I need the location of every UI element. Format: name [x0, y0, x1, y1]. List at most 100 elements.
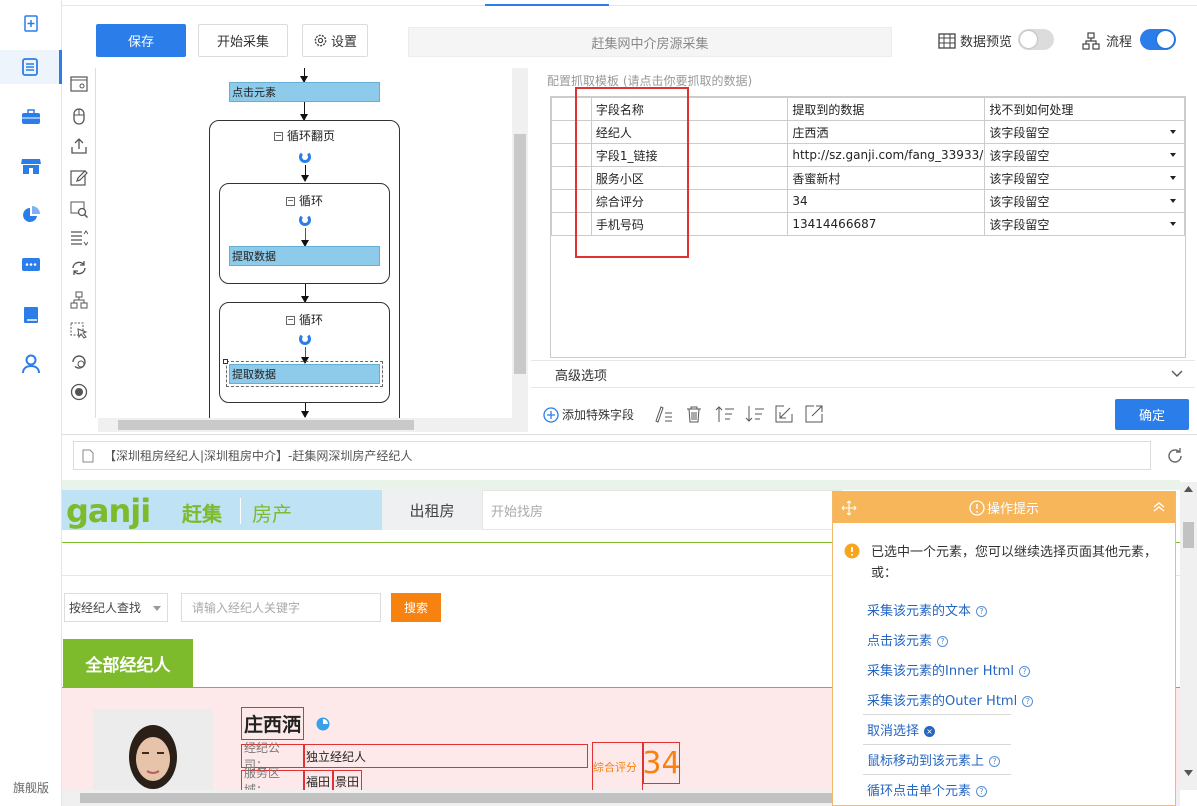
agent-filter-select[interactable]: 按经纪人查找: [64, 593, 168, 622]
missing-handling-cell[interactable]: 该字段留空: [984, 212, 1185, 236]
help-icon[interactable]: ?: [937, 636, 949, 647]
missing-handling-cell[interactable]: 该字段留空: [984, 166, 1185, 190]
area-1[interactable]: 福田: [304, 770, 333, 790]
tip-link[interactable]: 采集该元素的Outer Html?: [867, 690, 1034, 709]
move-down-icon[interactable]: [745, 405, 765, 423]
pane-divider[interactable]: [62, 434, 1197, 435]
dropdown-arrow-icon[interactable]: [1170, 130, 1176, 134]
agent-name[interactable]: 庄西洒: [241, 707, 304, 740]
flow-arrow: [301, 165, 309, 182]
page-address-bar[interactable]: 【深圳租房经纪人|深圳租房中介】-赶集网深圳房产经纪人: [73, 441, 1151, 470]
data-preview-toggle[interactable]: [1018, 29, 1054, 50]
chart-pie-icon[interactable]: [0, 198, 62, 232]
agent-keyword-input[interactable]: 请输入经纪人关键字: [181, 593, 381, 622]
captcha-tool-icon[interactable]: [69, 199, 89, 219]
loop-tool-icon[interactable]: [69, 258, 89, 278]
extract-tool-icon[interactable]: [69, 136, 89, 156]
task-name-field[interactable]: 赶集网中介房源采集: [408, 27, 892, 57]
briefcase-icon[interactable]: [0, 100, 62, 134]
refresh-icon[interactable]: [1166, 447, 1184, 465]
message-icon[interactable]: [0, 249, 62, 283]
extracted-value-cell[interactable]: http://sz.ganji.com/fang_33933/: [787, 143, 986, 167]
advanced-options-row[interactable]: 高级选项: [531, 360, 1195, 388]
extracted-value-cell[interactable]: 香蜜新村: [787, 166, 986, 190]
canvas-horizontal-scrollbar[interactable]: [98, 418, 528, 432]
tip-link[interactable]: 循环点击单个元素?: [867, 780, 988, 799]
missing-handling-cell[interactable]: 该字段留空: [984, 189, 1185, 213]
book-icon[interactable]: [0, 298, 62, 332]
resize-handle[interactable]: [223, 359, 228, 364]
tip-link[interactable]: 采集该元素的Inner Html?: [867, 660, 1030, 679]
flow-toggle[interactable]: [1140, 29, 1176, 50]
page-vertical-scrollbar[interactable]: [1180, 482, 1197, 790]
site-search-input[interactable]: 开始找房: [482, 490, 842, 530]
open-page-tool-icon[interactable]: [69, 74, 89, 94]
move-icon[interactable]: [841, 500, 857, 516]
wait-tool-icon[interactable]: [69, 352, 89, 372]
extracted-value-cell[interactable]: 庄西洒: [787, 120, 986, 144]
save-button[interactable]: 保存: [96, 24, 186, 57]
new-task-icon[interactable]: [0, 6, 62, 40]
extracted-value-cell[interactable]: 13414466687: [787, 212, 986, 236]
tip-link[interactable]: 采集该元素的文本?: [867, 600, 988, 619]
custom-xpath-icon[interactable]: [805, 405, 823, 423]
tip-link-label: 循环点击单个元素: [867, 784, 972, 799]
collapse-icon[interactable]: [1153, 502, 1165, 512]
tip-link[interactable]: 点击该元素?: [867, 630, 949, 649]
dropdown-arrow-icon[interactable]: [1170, 199, 1176, 203]
switch-dropdown-tool-icon[interactable]: [69, 228, 89, 248]
input-text-tool-icon[interactable]: [69, 168, 89, 188]
site-logo[interactable]: ganji: [66, 492, 151, 530]
loop-box-2[interactable]: − 循环 提取数据: [219, 302, 390, 403]
help-icon[interactable]: ?: [976, 786, 988, 797]
help-icon[interactable]: ?: [976, 606, 988, 617]
dropdown-arrow-icon[interactable]: [1170, 222, 1176, 226]
loop-box-1[interactable]: − 循环 提取数据: [219, 183, 390, 284]
score-value[interactable]: 34: [642, 742, 681, 784]
edit-field-icon[interactable]: [653, 405, 673, 423]
confirm-button[interactable]: 确定: [1115, 399, 1189, 430]
paging-loop-box[interactable]: − 循环翻页 − 循环 提取数据 − 循环 提取数据: [209, 120, 400, 432]
tips-header[interactable]: 操作提示: [833, 492, 1175, 523]
canvas-vertical-scrollbar[interactable]: [512, 68, 528, 418]
move-up-icon[interactable]: [715, 405, 735, 423]
branch-tool-icon[interactable]: [69, 290, 89, 310]
mouse-hover-tool-icon[interactable]: [69, 321, 89, 341]
dropdown-arrow-icon[interactable]: [1170, 153, 1176, 157]
agent-photo[interactable]: [93, 709, 213, 790]
add-special-field-button[interactable]: 添加特殊字段: [543, 406, 634, 423]
tip-link[interactable]: 鼠标移动到该元素上?: [867, 750, 1001, 769]
start-collect-button[interactable]: 开始采集: [198, 24, 288, 57]
agent-search-button[interactable]: 搜索: [391, 593, 441, 622]
company-value[interactable]: 独立经纪人: [304, 744, 588, 768]
delete-icon[interactable]: [685, 405, 703, 423]
all-agents-tab[interactable]: 全部经纪人: [63, 639, 193, 688]
tip-link[interactable]: 取消选择 ×: [867, 720, 936, 739]
flow-toggle-group: 流程: [1082, 31, 1132, 50]
missing-handling-cell[interactable]: 该字段留空: [984, 143, 1185, 167]
click-element-node[interactable]: 点击元素: [229, 82, 380, 102]
data-preview-toggle-group: 数据预览: [938, 31, 1012, 50]
stop-tool-icon[interactable]: [69, 382, 89, 402]
dropdown-arrow-icon[interactable]: [1170, 176, 1176, 180]
help-icon[interactable]: ?: [989, 756, 1001, 767]
extract-data-node-1[interactable]: 提取数据: [229, 246, 380, 266]
missing-handling-cell[interactable]: 该字段留空: [984, 120, 1185, 144]
cancel-icon[interactable]: ×: [924, 726, 936, 737]
extract-data-node-2[interactable]: 提取数据: [229, 364, 380, 384]
help-icon[interactable]: ?: [1018, 666, 1030, 677]
field-actions-bar: 添加特殊字段: [531, 396, 1195, 434]
top-tab-strip: [62, 0, 1197, 6]
settings-button[interactable]: 设置: [302, 24, 368, 57]
rent-tab[interactable]: 出租房: [382, 490, 482, 530]
area-2[interactable]: 景田: [333, 770, 362, 790]
agent-filter-value: 按经纪人查找: [69, 601, 142, 615]
extracted-value-cell[interactable]: 34: [787, 189, 986, 213]
locate-element-icon[interactable]: [775, 405, 793, 423]
workflow-canvas[interactable]: 点击元素 − 循环翻页 − 循环 提取数据 − 循环 提取数据: [98, 68, 528, 432]
help-icon[interactable]: ?: [1022, 696, 1034, 707]
user-icon[interactable]: [0, 347, 62, 381]
store-icon[interactable]: [0, 149, 62, 183]
click-tool-icon[interactable]: [69, 106, 89, 126]
task-list-icon[interactable]: [0, 50, 62, 84]
